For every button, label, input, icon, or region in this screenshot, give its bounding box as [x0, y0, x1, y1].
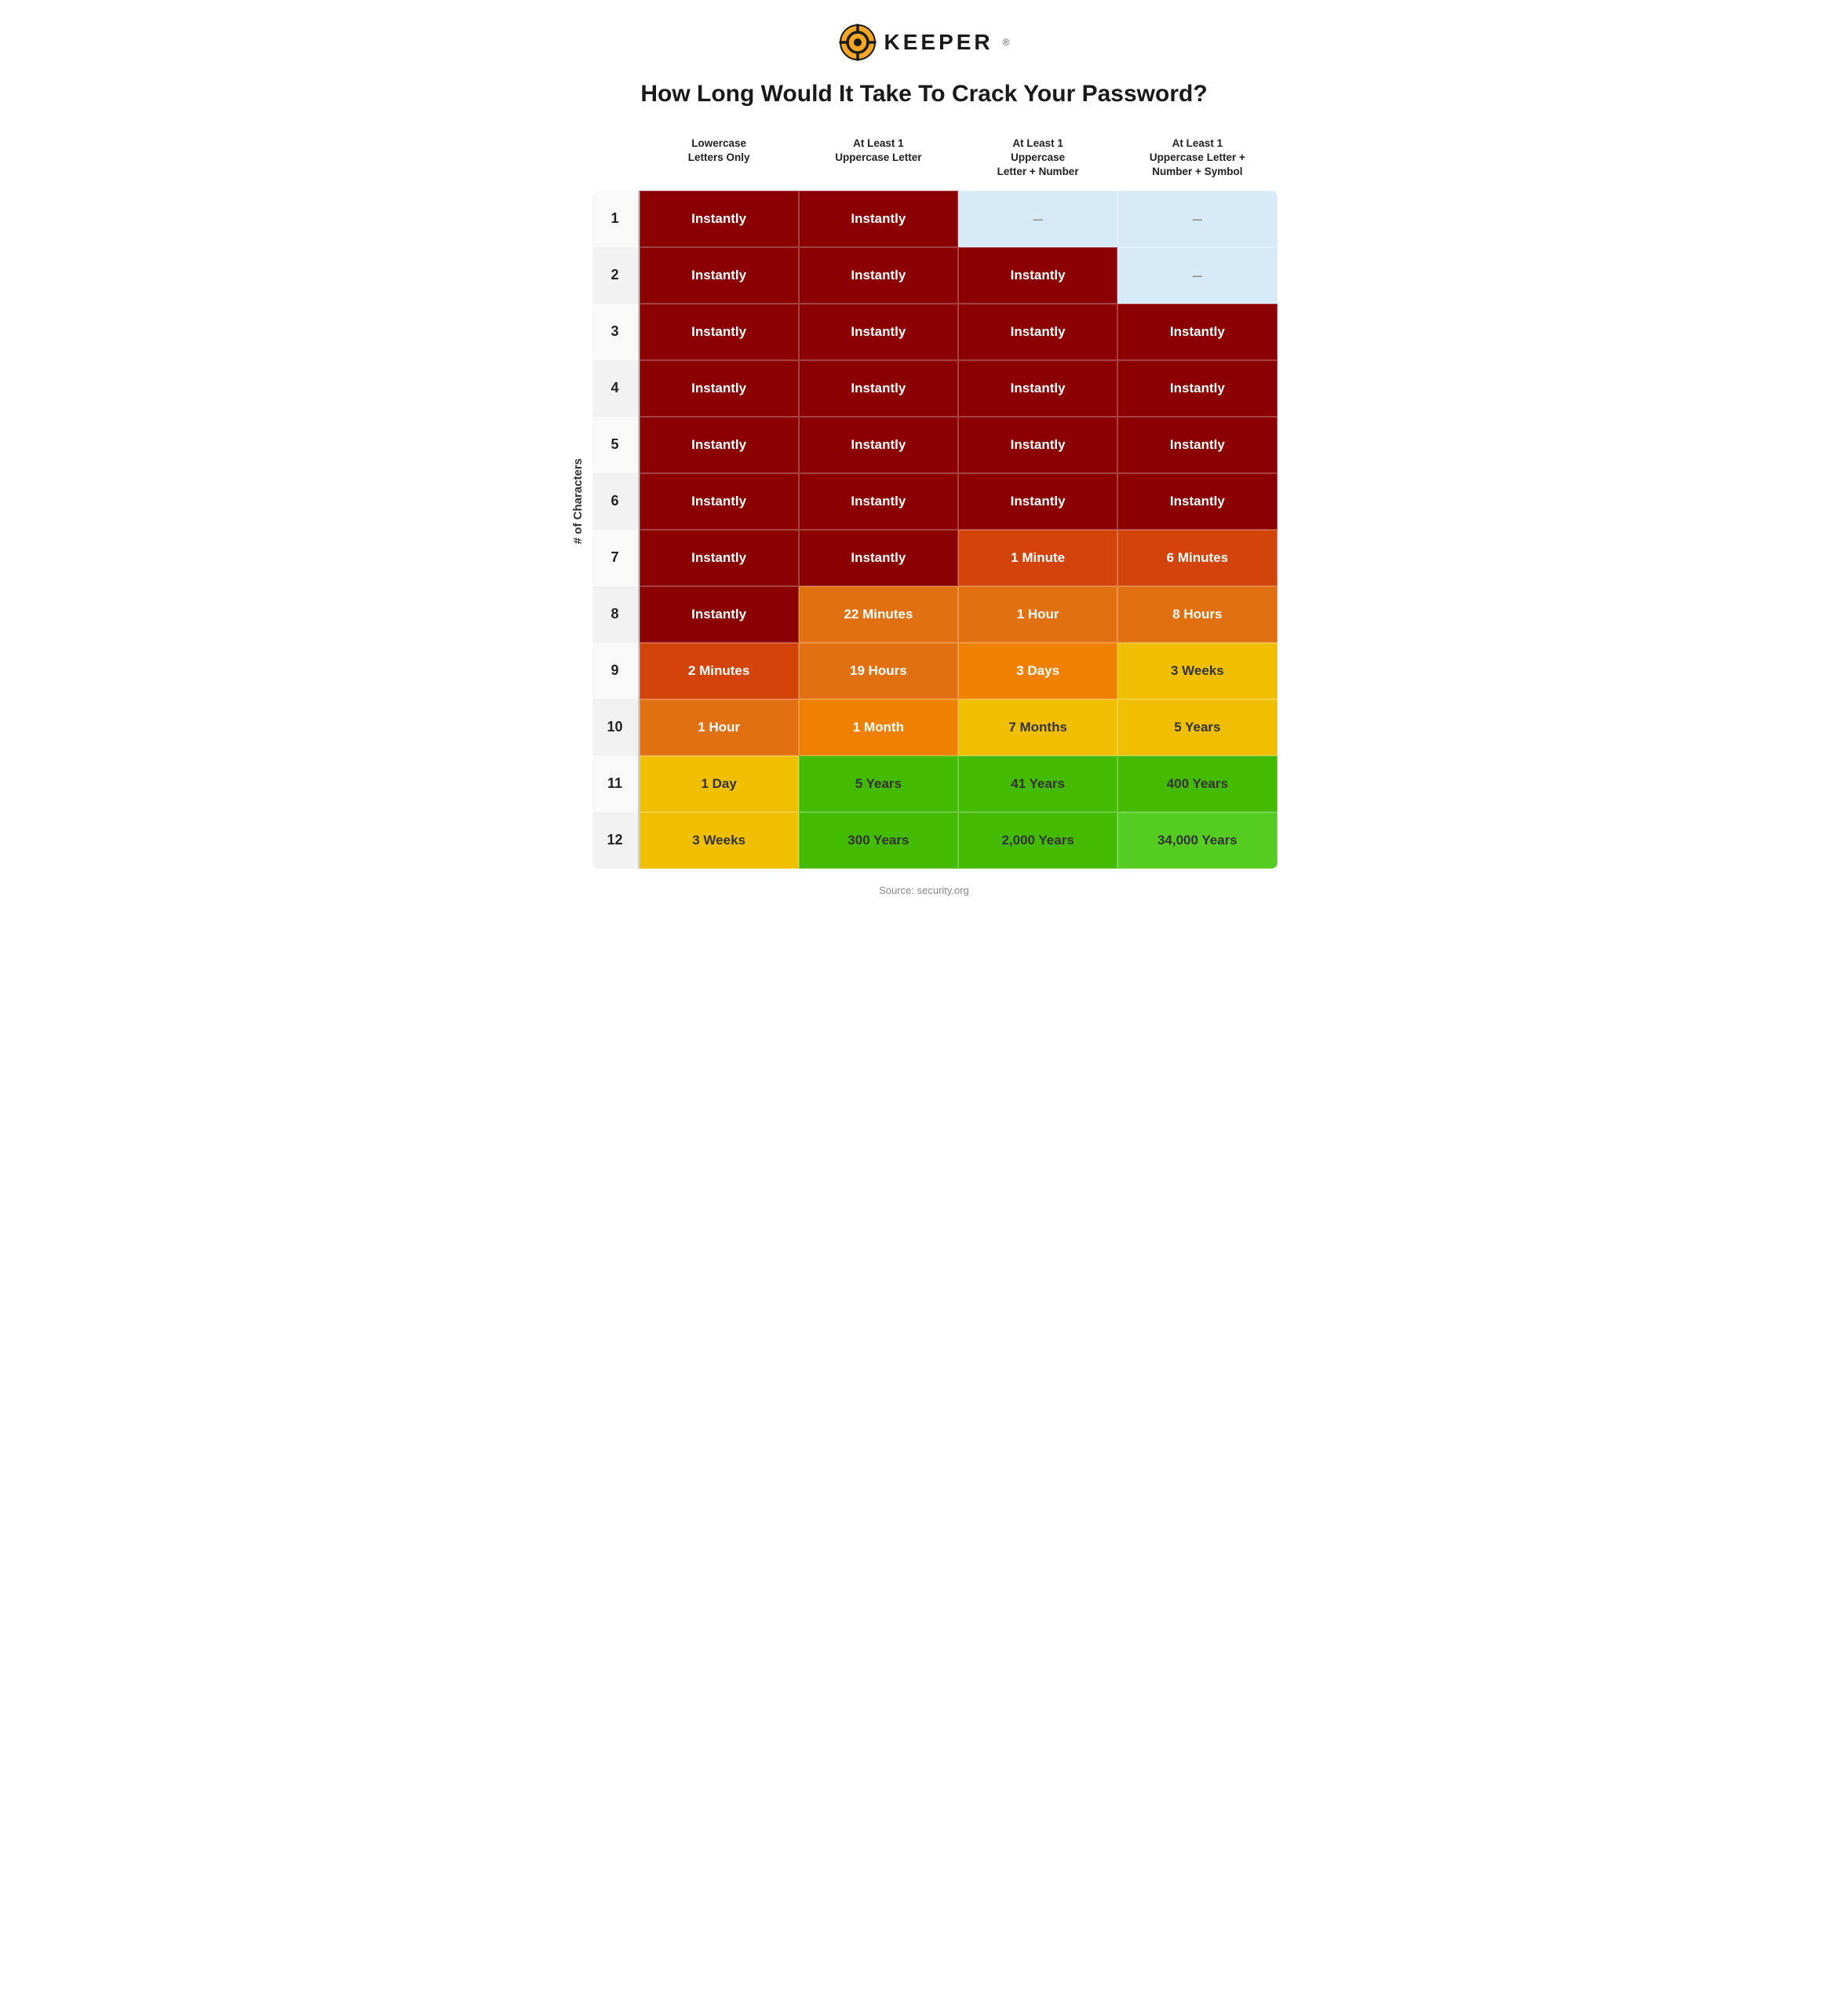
cell-row4-col4: Instantly: [1117, 360, 1277, 417]
cell-row1-col2: Instantly: [799, 191, 958, 247]
cell-row1-col1: Instantly: [640, 191, 799, 247]
cell-row5-col1: Instantly: [640, 417, 799, 473]
logo-area: KEEPER ®: [571, 24, 1278, 61]
cell-row7-col1: Instantly: [640, 530, 799, 586]
cell-row10-col4: 5 Years: [1117, 699, 1277, 756]
row-num-12: 12: [592, 812, 640, 869]
cell-row9-col3: 3 Days: [958, 643, 1117, 699]
row-num-10: 10: [592, 699, 640, 756]
row-num-8: 8: [592, 586, 640, 643]
cell-row3-col1: Instantly: [640, 304, 799, 360]
cell-row8-col1: Instantly: [640, 586, 799, 643]
row-num-2: 2: [592, 247, 640, 304]
cell-row11-col3: 41 Years: [958, 756, 1117, 812]
logo-text: KEEPER: [884, 30, 993, 55]
row-num-5: 5: [592, 417, 640, 473]
cell-row3-col2: Instantly: [799, 304, 958, 360]
table-grid: 1InstantlyInstantly––2InstantlyInstantly…: [592, 191, 1278, 869]
cell-row8-col3: 1 Hour: [958, 586, 1117, 643]
cell-row9-col2: 19 Hours: [799, 643, 958, 699]
col-header-3: At Least 1UppercaseLetter + Number: [958, 133, 1117, 186]
row-num-7: 7: [592, 530, 640, 586]
cell-row12-col4: 34,000 Years: [1117, 812, 1277, 869]
cell-row7-col4: 6 Minutes: [1117, 530, 1277, 586]
cell-row12-col2: 300 Years: [799, 812, 958, 869]
cell-row2-col2: Instantly: [799, 247, 958, 304]
cell-row6-col4: Instantly: [1117, 473, 1277, 530]
logo-registered: ®: [1003, 37, 1010, 48]
cell-row4-col1: Instantly: [640, 360, 799, 417]
cell-row6-col3: Instantly: [958, 473, 1117, 530]
cell-row3-col3: Instantly: [958, 304, 1117, 360]
cell-row4-col3: Instantly: [958, 360, 1117, 417]
row-num-6: 6: [592, 473, 640, 530]
row-num-3: 3: [592, 304, 640, 360]
cell-row1-col4: –: [1117, 191, 1277, 247]
keeper-logo-icon: [839, 24, 877, 61]
cell-row10-col3: 7 Months: [958, 699, 1117, 756]
col-header-4: At Least 1Uppercase Letter +Number + Sym…: [1117, 133, 1277, 186]
cell-row7-col3: 1 Minute: [958, 530, 1117, 586]
cell-row2-col1: Instantly: [640, 247, 799, 304]
main-container: KEEPER ® How Long Would It Take To Crack…: [571, 24, 1278, 896]
cell-row12-col1: 3 Weeks: [640, 812, 799, 869]
cell-row11-col2: 5 Years: [799, 756, 958, 812]
cell-row12-col3: 2,000 Years: [958, 812, 1117, 869]
cell-row3-col4: Instantly: [1117, 304, 1277, 360]
cell-row8-col2: 22 Minutes: [799, 586, 958, 643]
cell-row10-col1: 1 Hour: [640, 699, 799, 756]
col-header-1: LowercaseLetters Only: [640, 133, 799, 186]
source-text: Source: security.org: [571, 884, 1278, 896]
cell-row4-col2: Instantly: [799, 360, 958, 417]
table-wrapper: # of Characters LowercaseLetters OnlyAt …: [571, 133, 1278, 869]
row-num-4: 4: [592, 360, 640, 417]
table-area: LowercaseLetters OnlyAt Least 1Uppercase…: [592, 133, 1278, 869]
cell-row11-col4: 400 Years: [1117, 756, 1277, 812]
cell-row2-col3: Instantly: [958, 247, 1117, 304]
cell-row2-col4: –: [1117, 247, 1277, 304]
row-num-1: 1: [592, 191, 640, 247]
cell-row5-col4: Instantly: [1117, 417, 1277, 473]
cell-row6-col1: Instantly: [640, 473, 799, 530]
page-title: How Long Would It Take To Crack Your Pas…: [571, 80, 1278, 108]
cell-row5-col2: Instantly: [799, 417, 958, 473]
cell-row10-col2: 1 Month: [799, 699, 958, 756]
cell-row8-col4: 8 Hours: [1117, 586, 1277, 643]
row-num-9: 9: [592, 643, 640, 699]
y-axis-label: # of Characters: [571, 458, 585, 544]
cell-row6-col2: Instantly: [799, 473, 958, 530]
cell-row9-col4: 3 Weeks: [1117, 643, 1277, 699]
row-num-11: 11: [592, 756, 640, 812]
cell-row1-col3: –: [958, 191, 1117, 247]
col-header-2: At Least 1Uppercase Letter: [799, 133, 958, 186]
cell-row9-col1: 2 Minutes: [640, 643, 799, 699]
col-headers: LowercaseLetters OnlyAt Least 1Uppercase…: [592, 133, 1278, 186]
cell-row7-col2: Instantly: [799, 530, 958, 586]
cell-row11-col1: 1 Day: [640, 756, 799, 812]
cell-row5-col3: Instantly: [958, 417, 1117, 473]
